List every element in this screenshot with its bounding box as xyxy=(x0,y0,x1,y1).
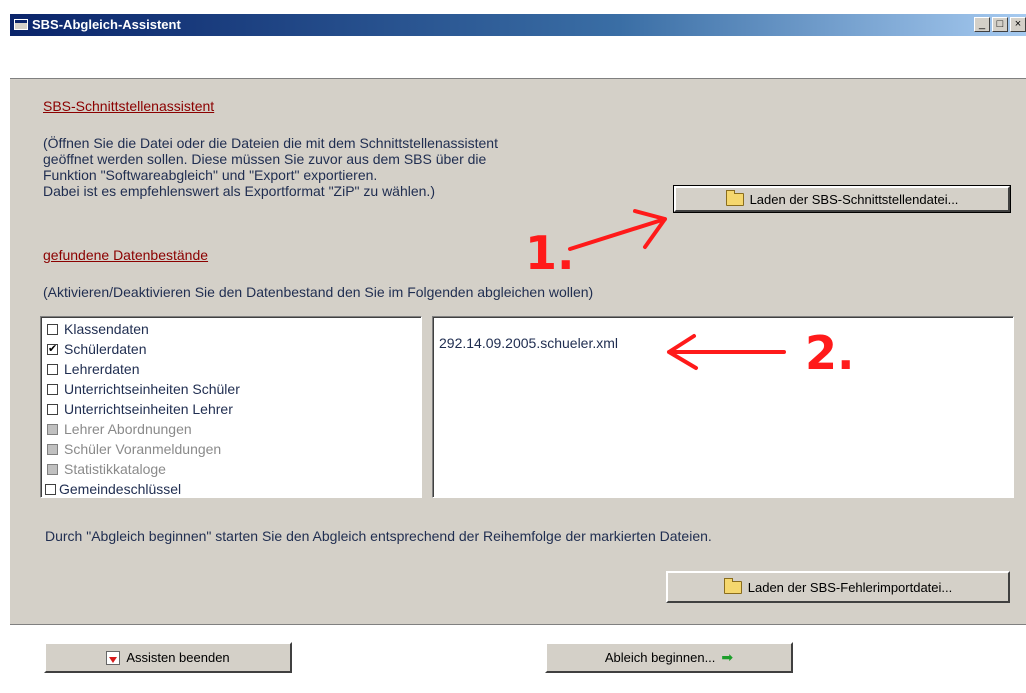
checkbox-disabled xyxy=(47,443,58,455)
annotation-number-two: 2. xyxy=(805,326,855,380)
dataset-instruction: (Aktivieren/Deaktivieren Sie den Datenbe… xyxy=(43,284,594,300)
checkbox[interactable] xyxy=(47,363,58,375)
load-error-file-button[interactable]: Laden der SBS-Fehlerimportdatei... xyxy=(666,571,1010,603)
dataset-item-lehrer-abordnungen: Lehrer Abordnungen xyxy=(47,419,192,439)
dataset-label: Schülerdaten xyxy=(64,341,147,357)
dataset-label: Gemeindeschlüssel xyxy=(59,481,182,497)
header-strip xyxy=(10,36,1026,79)
checkbox[interactable] xyxy=(47,383,58,395)
start-sync-button[interactable]: Ableich beginnen... ➡ xyxy=(545,642,793,673)
dataset-item-ue-schueler[interactable]: Unterrichtseinheiten Schüler xyxy=(47,379,240,399)
minimize-button[interactable]: _ xyxy=(974,17,990,32)
dataset-checklist: Klassendaten ✔ Schülerdaten Lehrerdaten … xyxy=(40,316,422,498)
dataset-label: Klassendaten xyxy=(64,321,149,337)
dataset-label: Unterrichtseinheiten Lehrer xyxy=(64,401,233,417)
dataset-label: Schüler Voranmeldungen xyxy=(64,441,222,457)
dataset-item-statistikkataloge: Statistikkataloge xyxy=(47,459,166,479)
load-interface-file-label: Laden der SBS-Schnittstellendatei... xyxy=(749,191,959,207)
description-line-1: (Öffnen Sie die Datei oder die Dateien d… xyxy=(43,135,498,151)
dataset-item-lehrerdaten[interactable]: Lehrerdaten xyxy=(47,359,140,379)
dataset-label: Lehrer Abordnungen xyxy=(64,421,192,437)
dataset-item-gemeindeschluessel[interactable]: Gemeindeschlüssel xyxy=(45,479,181,499)
folder-icon xyxy=(723,577,742,594)
checkbox[interactable] xyxy=(45,483,56,495)
start-sync-label: Ableich beginnen... xyxy=(604,650,716,665)
dataset-item-ue-lehrer[interactable]: Unterrichtseinheiten Lehrer xyxy=(47,399,233,419)
load-interface-file-button[interactable]: Laden der SBS-Schnittstellendatei... xyxy=(673,185,1011,213)
dataset-label: Unterrichtseinheiten Schüler xyxy=(64,381,240,397)
dataset-item-schuelerdaten[interactable]: ✔ Schülerdaten xyxy=(47,339,147,359)
dataset-label: Lehrerdaten xyxy=(64,361,140,377)
maximize-button[interactable]: □ xyxy=(992,17,1008,32)
section-heading-found-datasets: gefundene Datenbestände xyxy=(43,247,209,263)
load-error-file-label: Laden der SBS-Fehlerimportdatei... xyxy=(747,579,953,595)
checkbox-disabled xyxy=(47,423,58,435)
annotation-arrow-two xyxy=(667,334,786,370)
window-title: SBS-Abgleich-Assistent xyxy=(32,17,181,32)
dataset-label: Statistikkataloge xyxy=(64,461,166,477)
wizard-window: SBS-Abgleich-Assistent _ □ × SBS-Schnitt… xyxy=(10,14,1026,693)
description-line-2: geöffnet werden sollen. Diese müssen Sie… xyxy=(43,151,487,167)
checkbox-disabled xyxy=(47,463,58,475)
checkbox-checked[interactable]: ✔ xyxy=(47,343,58,355)
window-controls: _ □ × xyxy=(974,17,1026,32)
file-list-item[interactable]: 292.14.09.2005.schueler.xml xyxy=(439,335,618,351)
exit-assistant-button[interactable]: Assisten beenden xyxy=(44,642,292,673)
title-bar: SBS-Abgleich-Assistent _ □ × xyxy=(10,14,1026,36)
dataset-item-klassendaten[interactable]: Klassendaten xyxy=(47,319,149,339)
section-heading-interface-assistant: SBS-Schnittstellenassistent xyxy=(43,98,215,114)
window-icon xyxy=(14,19,28,30)
exit-icon xyxy=(106,650,121,665)
checkbox[interactable] xyxy=(47,323,58,335)
footer: Assisten beenden Ableich beginnen... ➡ xyxy=(10,624,1026,693)
dataset-item-schueler-voranmeldungen: Schüler Voranmeldungen xyxy=(47,439,221,459)
description-line-4: Dabei ist es empfehlenswert als Exportfo… xyxy=(43,183,435,199)
annotation-arrow-one xyxy=(568,209,667,251)
arrow-right-icon: ➡ xyxy=(721,649,734,665)
description-line-3: Funktion "Softwareabgleich" und "Export"… xyxy=(43,167,378,183)
close-button[interactable]: × xyxy=(1010,17,1026,32)
exit-assistant-label: Assisten beenden xyxy=(126,650,230,665)
start-info-text: Durch "Abgleich beginnen" starten Sie de… xyxy=(45,528,712,544)
folder-icon xyxy=(725,189,744,206)
checkbox[interactable] xyxy=(47,403,58,415)
